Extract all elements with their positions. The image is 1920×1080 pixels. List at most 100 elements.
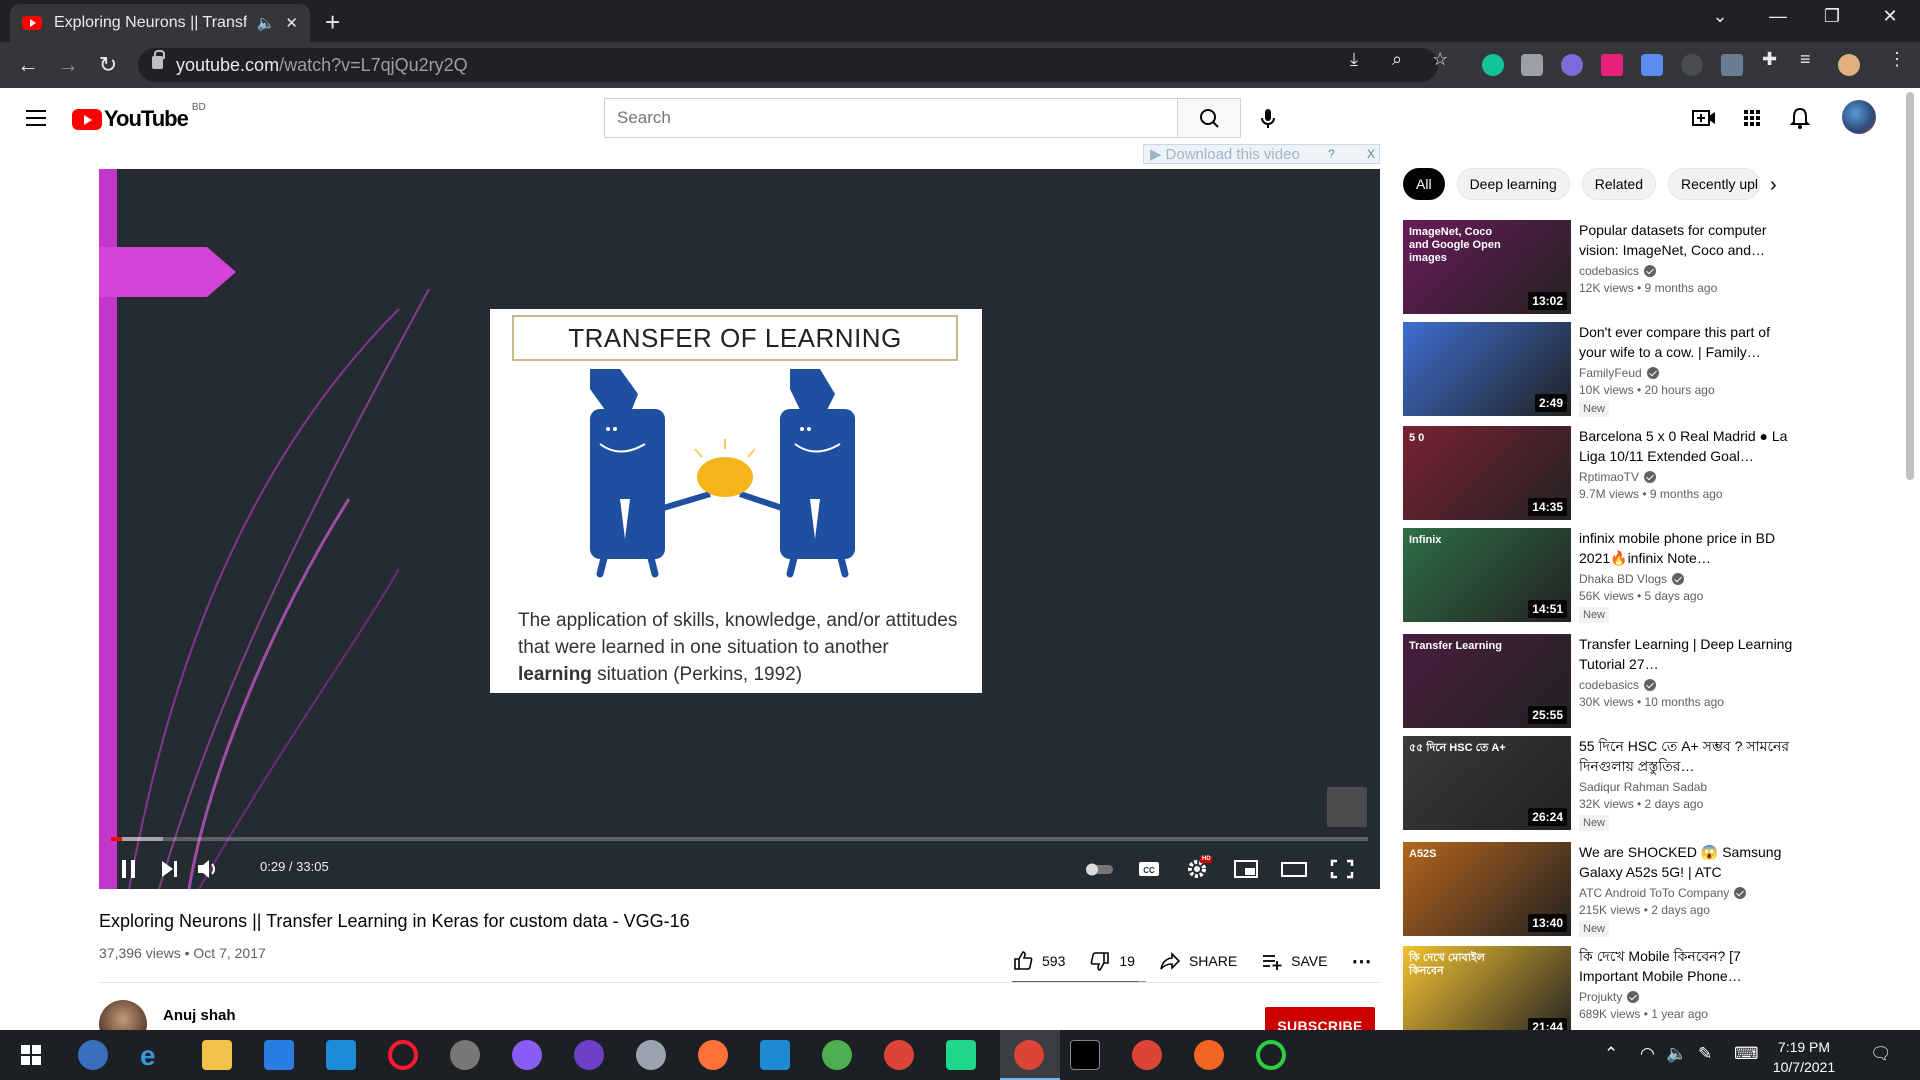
autoplay-toggle[interactable] xyxy=(1079,851,1119,887)
video-thumbnail[interactable]: Infinix 14:51 xyxy=(1403,528,1571,622)
channel-name[interactable]: Anuj shah xyxy=(163,1007,236,1024)
share-button[interactable]: SHARE xyxy=(1159,950,1237,972)
messenger-icon[interactable] xyxy=(512,1040,542,1070)
recommendation-title[interactable]: Transfer Learning | Deep Learning Tutori… xyxy=(1579,634,1799,674)
chrome-profile-icon[interactable] xyxy=(1132,1040,1162,1070)
minimize-button[interactable]: — xyxy=(1758,6,1798,27)
microsoft-store-icon[interactable] xyxy=(264,1040,294,1070)
chrome-icon[interactable] xyxy=(884,1040,914,1070)
recommendation-title[interactable]: infinix mobile phone price in BD 2021🔥in… xyxy=(1579,528,1799,568)
chip-deep-learning[interactable]: Deep learning xyxy=(1456,168,1570,200)
qbittorrent-icon[interactable] xyxy=(78,1040,108,1070)
recommendation-title[interactable]: We are SHOCKED 😱 Samsung Galaxy A52s 5G!… xyxy=(1579,842,1799,882)
vscode-icon[interactable] xyxy=(760,1040,790,1070)
hamburger-menu-icon[interactable] xyxy=(26,110,46,131)
clock[interactable]: 7:19 PM 10/7/2021 xyxy=(1756,1037,1852,1077)
bookmark-star-icon[interactable]: ☆ xyxy=(1432,49,1448,70)
create-video-icon[interactable] xyxy=(1690,104,1718,132)
video-thumbnail[interactable]: Transfer Learning 25:55 xyxy=(1403,634,1571,728)
video-thumbnail[interactable]: কি দেখে মোবাইল কিনবেন 21:44 xyxy=(1403,946,1571,1040)
tab-close-icon[interactable]: ✕ xyxy=(285,14,298,32)
app-icon[interactable] xyxy=(1256,1040,1286,1070)
recommendation-channel[interactable]: Projukty xyxy=(1579,990,1799,1004)
recommendation-channel[interactable]: codebasics xyxy=(1579,264,1799,278)
channel-watermark[interactable] xyxy=(1327,787,1367,827)
play-extension-icon[interactable] xyxy=(1601,54,1623,76)
recommendation-info[interactable]: কি দেখে Mobile কিনবেন? [7 Important Mobi… xyxy=(1579,946,1799,1021)
recommendation-item[interactable]: 2:49 Don't ever compare this part of your… xyxy=(1403,322,1803,417)
tab-search-icon[interactable]: ⌄ xyxy=(1700,6,1740,27)
download-extension-icon[interactable] xyxy=(1641,54,1663,76)
postman-icon[interactable] xyxy=(1194,1040,1224,1070)
install-icon[interactable]: ⤓ xyxy=(1350,49,1358,70)
pen-icon[interactable]: ✎ xyxy=(1698,1044,1712,1064)
video-player[interactable]: TRANSFER OF LEARNING The application of … xyxy=(99,169,1380,889)
windows-start-icon[interactable] xyxy=(16,1040,46,1070)
recommendation-item[interactable]: A52S 13:40 We are SHOCKED 😱 Samsung Galaxy… xyxy=(1403,842,1803,937)
notifications-icon[interactable]: 🗨 xyxy=(1870,1044,1892,1064)
recommendation-info[interactable]: Barcelona 5 x 0 Real Madrid ● La Liga 10… xyxy=(1579,426,1799,501)
pycharm-icon[interactable] xyxy=(946,1040,976,1070)
recommendation-info[interactable]: Transfer Learning | Deep Learning Tutori… xyxy=(1579,634,1799,709)
recommendation-info[interactable]: 55 দিনে HSC তে A+ সম্ভব ? সামনের দিনগুলা… xyxy=(1579,736,1799,831)
chrome-menu-icon[interactable]: ⋮ xyxy=(1888,49,1906,70)
apps-grid-icon[interactable] xyxy=(1738,104,1766,132)
save-button[interactable]: SAVE xyxy=(1261,950,1327,972)
tray-chevron-icon[interactable]: ⌃ xyxy=(1604,1044,1618,1064)
close-window-button[interactable]: ✕ xyxy=(1870,6,1910,27)
reading-list-icon[interactable]: ≡ xyxy=(1800,49,1811,70)
recommendation-channel[interactable]: FamilyFeud xyxy=(1579,366,1799,380)
recommendation-channel[interactable]: RptimaoTV xyxy=(1579,470,1799,484)
dislike-button[interactable]: 19 xyxy=(1089,950,1135,972)
recommendation-item[interactable]: Infinix 14:51 infinix mobile phone price i… xyxy=(1403,528,1803,623)
volume-button[interactable] xyxy=(187,851,227,887)
notifications-bell-icon[interactable] xyxy=(1786,104,1814,132)
video-thumbnail[interactable]: A52S 13:40 xyxy=(1403,842,1571,936)
video-thumbnail[interactable]: ImageNet, Coco and Google Open images 13:… xyxy=(1403,220,1571,314)
grammarly-extension-icon[interactable] xyxy=(1482,54,1504,76)
keyboard-icon[interactable]: ⌨ xyxy=(1734,1044,1759,1064)
recommendation-info[interactable]: Popular datasets for computer vision: Im… xyxy=(1579,220,1799,295)
volume-icon[interactable]: 🔈 xyxy=(1666,1044,1687,1064)
terminal-icon[interactable] xyxy=(1070,1040,1100,1070)
recommendation-title[interactable]: 55 দিনে HSC তে A+ সম্ভব ? সামনের দিনগুলা… xyxy=(1579,736,1799,776)
recommendation-title[interactable]: কি দেখে Mobile কিনবেন? [7 Important Mobi… xyxy=(1579,946,1799,986)
recommendation-item[interactable]: 5 0 14:35 Barcelona 5 x 0 Real Madrid ● La… xyxy=(1403,426,1803,520)
recommendation-channel[interactable]: Dhaka BD Vlogs xyxy=(1579,572,1799,586)
miniplayer-button[interactable] xyxy=(1226,851,1266,887)
recommendation-channel[interactable]: codebasics xyxy=(1579,678,1799,692)
forward-icon[interactable]: → xyxy=(54,52,82,78)
recommendation-info[interactable]: We are SHOCKED 😱 Samsung Galaxy A52s 5G!… xyxy=(1579,842,1799,937)
like-button[interactable]: 593 xyxy=(1012,950,1065,972)
user-avatar[interactable] xyxy=(1842,100,1876,134)
file-explorer-icon[interactable] xyxy=(202,1040,232,1070)
address-bar[interactable]: youtube.com/watch?v=L7qjQu2ry2Q xyxy=(138,48,1438,82)
recommendation-item[interactable]: ImageNet, Coco and Google Open images 13:… xyxy=(1403,220,1803,314)
theater-mode-button[interactable] xyxy=(1274,851,1314,887)
recommendation-channel[interactable]: ATC Android ToTo Company xyxy=(1579,886,1799,900)
search-input[interactable] xyxy=(604,98,1178,138)
next-button[interactable] xyxy=(149,851,189,887)
chip-related[interactable]: Related xyxy=(1581,168,1656,200)
recommendation-title[interactable]: Popular datasets for computer vision: Im… xyxy=(1579,220,1799,260)
github-desktop-icon[interactable] xyxy=(574,1040,604,1070)
zoom-icon[interactable]: ⌕ xyxy=(1392,49,1402,70)
app-icon[interactable] xyxy=(450,1040,480,1070)
video-thumbnail[interactable]: ৫৫ দিনে HSC তে A+ 26:24 xyxy=(1403,736,1571,830)
edge-icon[interactable]: e xyxy=(140,1040,170,1071)
browser-tab[interactable]: Exploring Neurons || Transfer Learning i… xyxy=(10,4,310,42)
recommendation-channel[interactable]: Sadiqur Rahman Sadab xyxy=(1579,780,1799,794)
back-icon[interactable]: ← xyxy=(14,52,42,78)
more-actions-button[interactable]: ⋯ xyxy=(1351,949,1371,974)
progress-bar[interactable] xyxy=(111,837,1368,841)
wifi-icon[interactable]: ◠ xyxy=(1640,1044,1655,1064)
search-button[interactable] xyxy=(1177,98,1241,138)
camera-extension-icon[interactable] xyxy=(1521,54,1543,76)
recommendation-item[interactable]: কি দেখে মোবাইল কিনবেন 21:44 কি দেখে Mobile… xyxy=(1403,946,1803,1040)
recommendation-item[interactable]: ৫৫ দিনে HSC তে A+ 26:24 55 দিনে HSC তে A+ … xyxy=(1403,736,1803,831)
opera-icon[interactable] xyxy=(388,1040,418,1070)
puzzle-extensions-icon[interactable]: ✚ xyxy=(1762,49,1777,70)
video-thumbnail[interactable]: 5 0 14:35 xyxy=(1403,426,1571,520)
extension-icon[interactable] xyxy=(1681,54,1703,76)
chips-next-chevron-icon[interactable]: › xyxy=(1770,174,1777,197)
